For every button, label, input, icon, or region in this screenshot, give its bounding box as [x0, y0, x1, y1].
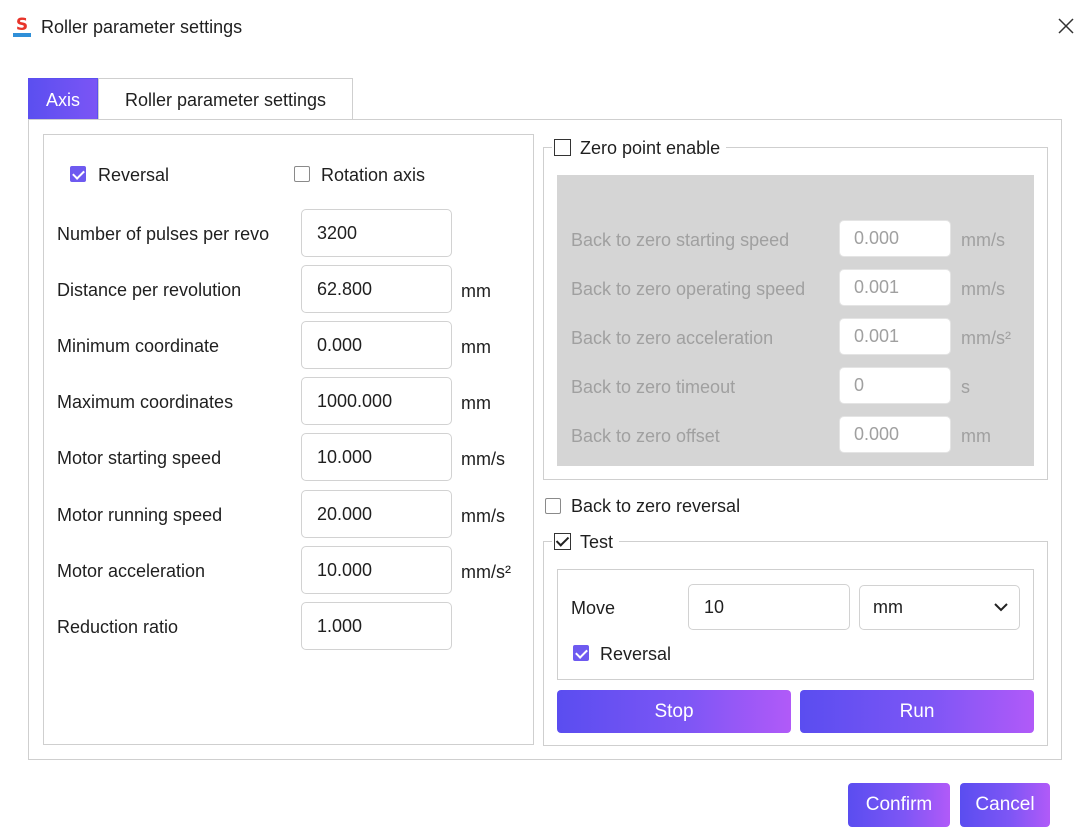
zero-timeout-unit: s: [961, 377, 970, 397]
motor-running-speed-input[interactable]: 20.000: [301, 490, 452, 538]
zero-starting-speed-label: Back to zero starting speed: [571, 230, 790, 250]
test-reversal-label: Reversal: [600, 644, 672, 664]
app-logo-icon: S: [13, 15, 31, 37]
zero-operating-speed-label: Back to zero operating speed: [571, 279, 806, 299]
back-to-zero-reversal-checkbox[interactable]: [545, 498, 561, 514]
zero-timeout-label: Back to zero timeout: [571, 377, 736, 397]
chevron-down-icon: [994, 603, 1008, 612]
motor-acceleration-unit: mm/s²: [461, 562, 511, 582]
minimum-coordinate-input[interactable]: 0.000: [301, 321, 452, 369]
move-unit-selected: mm: [873, 597, 903, 617]
pulses-per-revolution-label: Number of pulses per revo: [57, 224, 270, 244]
cancel-button[interactable]: Cancel: [960, 783, 1050, 827]
zero-timeout-input[interactable]: 0: [839, 367, 951, 404]
rotation-axis-checkbox[interactable]: [294, 166, 310, 182]
minimum-coordinate-unit: mm: [461, 337, 491, 357]
motor-acceleration-input[interactable]: 10.000: [301, 546, 452, 594]
reversal-label: Reversal: [98, 165, 170, 185]
motor-starting-speed-input[interactable]: 10.000: [301, 433, 452, 481]
zero-offset-input[interactable]: 0.000: [839, 416, 951, 453]
test-enable-checkbox[interactable]: [554, 533, 571, 550]
motor-starting-speed-unit: mm/s: [461, 449, 505, 469]
maximum-coordinates-unit: mm: [461, 393, 491, 413]
motor-running-speed-unit: mm/s: [461, 506, 505, 526]
zero-point-enable-label: Zero point enable: [580, 138, 721, 158]
reversal-checkbox[interactable]: [70, 166, 86, 182]
zero-offset-unit: mm: [961, 426, 991, 446]
zero-acceleration-input[interactable]: 0.001: [839, 318, 951, 355]
zero-starting-speed-input[interactable]: 0.000: [839, 220, 951, 257]
move-label: Move: [571, 598, 616, 618]
test-enable-label: Test: [580, 532, 614, 552]
zero-acceleration-label: Back to zero acceleration: [571, 328, 774, 348]
move-unit-select[interactable]: mm: [859, 585, 1020, 630]
zero-acceleration-unit: mm/s²: [961, 328, 1011, 348]
zero-point-disabled-panel: [557, 175, 1034, 466]
distance-per-revolution-unit: mm: [461, 281, 491, 301]
move-distance-input[interactable]: 10: [688, 584, 850, 630]
reduction-ratio-input[interactable]: 1.000: [301, 602, 452, 650]
confirm-button[interactable]: Confirm: [848, 783, 950, 827]
back-to-zero-reversal-label: Back to zero reversal: [571, 496, 741, 516]
distance-per-revolution-label: Distance per revolution: [57, 280, 242, 300]
motor-starting-speed-label: Motor starting speed: [57, 448, 222, 468]
zero-operating-speed-input[interactable]: 0.001: [839, 269, 951, 306]
close-icon[interactable]: [1055, 15, 1077, 37]
pulses-per-revolution-input[interactable]: 3200: [301, 209, 452, 257]
stop-button[interactable]: Stop: [557, 690, 791, 733]
rotation-axis-label: Rotation axis: [321, 165, 426, 185]
distance-per-revolution-input[interactable]: 62.800: [301, 265, 452, 313]
motor-running-speed-label: Motor running speed: [57, 505, 223, 525]
svg-text:S: S: [16, 15, 28, 35]
zero-point-legend: Zero point enable: [552, 136, 727, 160]
maximum-coordinates-label: Maximum coordinates: [57, 392, 234, 412]
tab-roller-parameter-settings[interactable]: Roller parameter settings: [98, 78, 353, 120]
reduction-ratio-label: Reduction ratio: [57, 617, 179, 637]
minimum-coordinate-label: Minimum coordinate: [57, 336, 220, 356]
zero-offset-label: Back to zero offset: [571, 426, 720, 446]
zero-operating-speed-unit: mm/s: [961, 279, 1005, 299]
maximum-coordinates-input[interactable]: 1000.000: [301, 377, 452, 425]
run-button[interactable]: Run: [800, 690, 1034, 733]
tab-axis[interactable]: Axis: [28, 78, 98, 120]
test-reversal-checkbox[interactable]: [573, 645, 589, 661]
window-title: Roller parameter settings: [41, 17, 243, 37]
zero-starting-speed-unit: mm/s: [961, 230, 1005, 250]
zero-point-enable-checkbox[interactable]: [554, 139, 571, 156]
motor-acceleration-label: Motor acceleration: [57, 561, 206, 581]
test-legend: Test: [552, 530, 620, 554]
